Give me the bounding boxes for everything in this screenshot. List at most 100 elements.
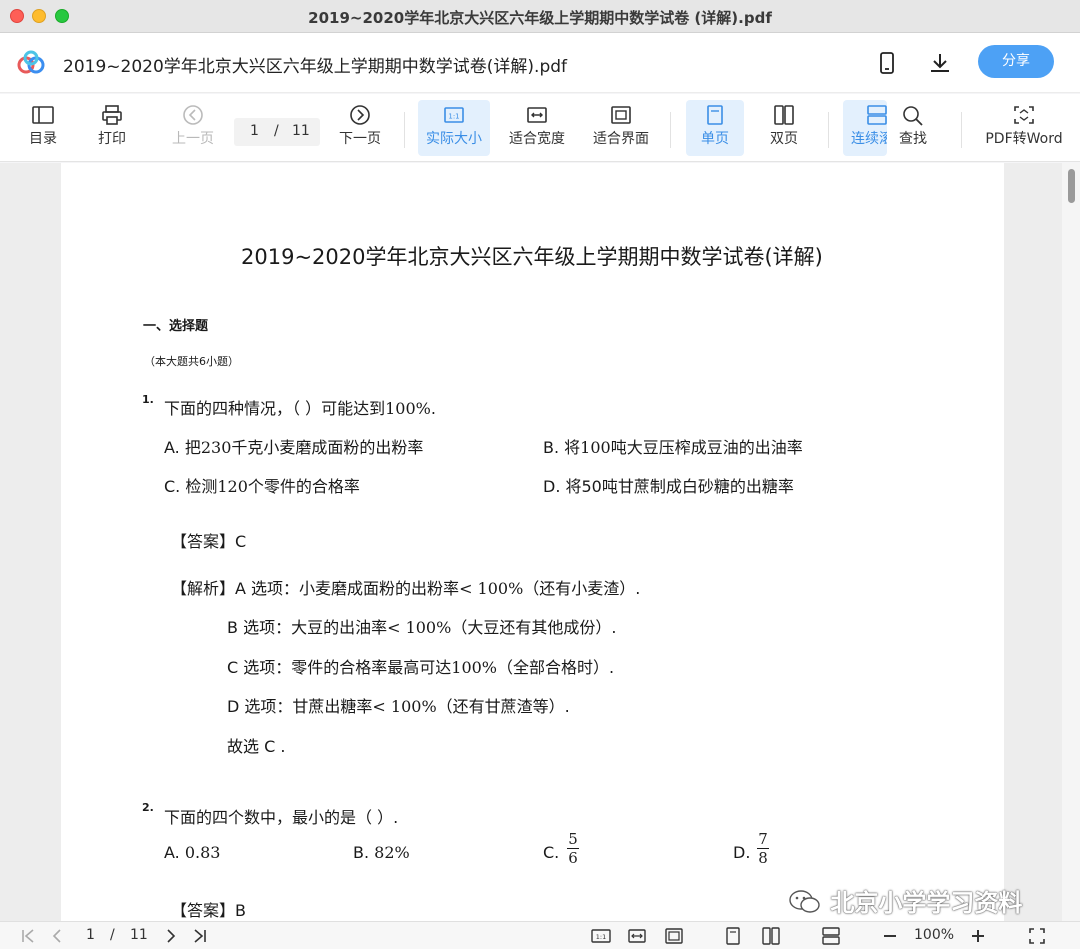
app-window: 2019~2020学年北京大兴区六年级上学期期中数学试卷 (详解).pdf 20… [0, 0, 1080, 949]
continuous-scroll-button[interactable]: 连续滚 [843, 100, 887, 156]
first-page-icon[interactable] [20, 927, 38, 945]
bottom-page-current[interactable]: 1 [86, 927, 95, 943]
actual-size-icon[interactable]: 1:1 [590, 927, 612, 945]
page-separator: / [274, 123, 279, 139]
option-c-num: 120 [217, 477, 248, 496]
print-button[interactable]: 打印 [87, 100, 137, 156]
toolbar-divider [961, 112, 962, 148]
next-page-button[interactable]: 下一页 [334, 100, 386, 156]
last-page-icon[interactable] [190, 927, 208, 945]
page-current: 1 [250, 123, 259, 139]
analysis-3a: C 选项：零件的合格率最高可达 [227, 658, 452, 677]
analysis-1b: < 100% [459, 579, 524, 598]
fit-page-label: 适合界面 [593, 131, 649, 147]
option-b-pre: B. 将 [543, 438, 581, 457]
fraction-denominator: 8 [758, 849, 768, 867]
option-d: D. 将50吨甘蔗制成白砂糖的出糖率 [543, 477, 794, 496]
fit-page-icon[interactable] [664, 927, 684, 945]
pdf-to-word-label: PDF转Word [985, 131, 1063, 147]
pdf-to-word-button[interactable]: PDF转Word [982, 100, 1066, 156]
analysis-4c: （还有甘蔗渣等）. [436, 697, 570, 716]
document-title: 2019~2020学年北京大兴区六年级上学期期中数学试卷(详解).pdf [63, 57, 568, 77]
question-2-text: 下面的四个数中，最小的是（ ）. [164, 808, 399, 827]
analysis-line-3: C 选项：零件的合格率最高可达100%（全部合格时）. [227, 654, 614, 678]
double-page-icon [774, 105, 794, 125]
answer-label: 【答案】 [171, 532, 236, 551]
print-label: 打印 [98, 131, 126, 147]
window-title: 2019~2020学年北京大兴区六年级上学期期中数学试卷 (详解).pdf [308, 9, 772, 27]
pdf-page: 2019~2020学年北京大兴区六年级上学期期中数学试卷(详解) 一、选择题 （… [61, 163, 1004, 921]
document-viewport[interactable]: 2019~2020学年北京大兴区六年级上学期期中数学试卷(详解) 一、选择题 （… [0, 163, 1080, 921]
toc-button[interactable]: 目录 [18, 100, 68, 156]
answer-value: C [235, 532, 247, 551]
page-number-input[interactable]: 1 / 11 [234, 118, 320, 146]
convert-icon [1014, 106, 1034, 124]
analysis-line-2: B 选项：大豆的出油率< 100%（大豆还有其他成份）. [227, 614, 616, 638]
exam-title: 2019~2020学年北京大兴区六年级上学期期中数学试卷(详解) [241, 245, 823, 269]
option-a: A. 把230千克小麦磨成面粉的出粉率 [164, 434, 423, 458]
bottom-bar: 1 / 11 1:1 100% [0, 921, 1080, 949]
prev-circle-icon [183, 105, 203, 125]
fraction-numerator: 5 [568, 830, 578, 848]
actual-size-icon: 1:1 [444, 107, 464, 123]
continuous-scroll-icon [867, 105, 887, 125]
analysis-1a: A 选项：小麦磨成面粉的出粉率 [235, 579, 460, 598]
analysis-line-4: D 选项：甘蔗出糖率< 100%（还有甘蔗渣等）. [227, 693, 570, 717]
continuous-scroll-icon[interactable] [821, 927, 841, 945]
fullscreen-icon[interactable] [1028, 927, 1046, 945]
double-page-icon[interactable] [761, 927, 781, 945]
watermark-text: 北京小学学习资料 [830, 889, 1023, 917]
download-icon[interactable] [928, 51, 952, 75]
find-button[interactable]: 查找 [890, 100, 936, 156]
q2-option-d-label: D. [733, 843, 751, 862]
analysis-2a: B 选项：大豆的出油率 [227, 618, 388, 637]
single-page-icon[interactable] [724, 927, 742, 945]
analysis-1c: （还有小麦渣）. [523, 579, 641, 598]
option-b: B. 将100吨大豆压榨成豆油的出油率 [543, 434, 803, 458]
fit-width-button[interactable]: 适合宽度 [504, 100, 570, 156]
toolbar-divider [404, 112, 405, 148]
watermark: 北京小学学习资料 [788, 883, 1022, 918]
svg-text:1:1: 1:1 [596, 933, 606, 941]
svg-text:1:1: 1:1 [448, 113, 459, 121]
q2-option-c-label: C. [543, 843, 560, 862]
answer-line: 【答案】C [171, 528, 246, 552]
scrollbar-thumb[interactable] [1068, 169, 1075, 203]
next-page-icon[interactable] [162, 927, 180, 945]
vertical-scrollbar[interactable] [1062, 163, 1080, 921]
bottom-page-separator: / [110, 927, 115, 943]
printer-icon [102, 105, 122, 125]
analysis-2c: （大豆还有其他成份）. [451, 618, 617, 637]
title-bar: 2019~2020学年北京大兴区六年级上学期期中数学试卷 (详解).pdf [0, 0, 1080, 33]
q2-answer-label: 【答案】 [171, 901, 236, 920]
zoom-in-icon[interactable] [969, 927, 987, 945]
prev-page-icon[interactable] [48, 927, 66, 945]
actual-size-label: 实际大小 [426, 131, 482, 147]
question-number: 2. [142, 801, 154, 814]
fraction-numerator: 7 [758, 830, 768, 848]
single-page-label: 单页 [701, 131, 729, 147]
zoom-out-icon[interactable] [881, 927, 899, 945]
share-button[interactable]: 分享 [978, 45, 1054, 78]
analysis-3c: （全部合格时）. [497, 658, 615, 677]
option-c-pre: C. 检测 [164, 477, 218, 496]
fit-page-button[interactable]: 适合界面 [588, 100, 654, 156]
mobile-icon[interactable] [875, 51, 899, 75]
q2-option-b-label: B. [353, 843, 370, 862]
question-1-text: 下面的四种情况，（ ）可能达到100%. [164, 395, 436, 419]
double-page-button[interactable]: 双页 [757, 100, 811, 156]
actual-size-button[interactable]: 1:1 实际大小 [418, 100, 490, 156]
q2-answer-line: 【答案】B [171, 897, 246, 921]
wechat-icon [789, 890, 820, 913]
fit-width-icon[interactable] [627, 927, 647, 945]
zoom-level: 100% [914, 927, 955, 943]
single-page-button[interactable]: 单页 [686, 100, 744, 156]
prev-page-button[interactable]: 上一页 [164, 100, 222, 156]
analysis-4b: < 100% [372, 697, 437, 716]
option-a-pre: A. 把 [164, 438, 201, 457]
q2-option-c-fraction: 56 [567, 831, 579, 866]
option-c-post: 个零件的合格率 [247, 477, 360, 496]
fit-width-label: 适合宽度 [509, 131, 565, 147]
q2-option-d-fraction: 78 [757, 831, 769, 866]
analysis-label: 【解析】 [171, 579, 236, 598]
